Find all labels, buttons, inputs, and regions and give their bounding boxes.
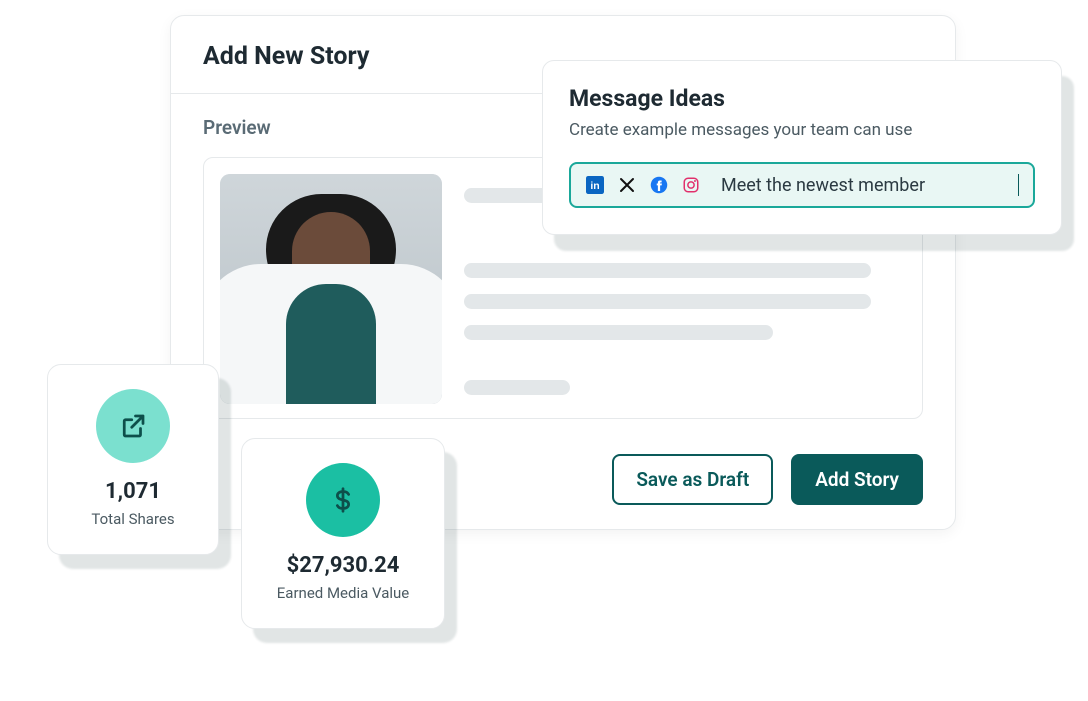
- stat-card-emv: $27,930.24 Earned Media Value: [241, 438, 445, 629]
- popover-title: Message Ideas: [569, 85, 1035, 112]
- stat-value: 1,071: [70, 479, 196, 504]
- placeholder-line: [464, 380, 570, 395]
- popover-subtitle: Create example messages your team can us…: [569, 120, 1035, 140]
- stat-card-shares: 1,071 Total Shares: [47, 364, 219, 555]
- save-draft-button[interactable]: Save as Draft: [612, 454, 773, 505]
- text-cursor: [1018, 174, 1019, 196]
- x-icon[interactable]: [617, 175, 637, 195]
- placeholder-line: [464, 294, 871, 309]
- dollar-icon: [306, 463, 380, 537]
- linkedin-icon[interactable]: in: [585, 175, 605, 195]
- add-story-button[interactable]: Add Story: [791, 454, 923, 505]
- instagram-icon[interactable]: [681, 175, 701, 195]
- stat-label: Earned Media Value: [264, 584, 422, 602]
- action-bar: Save as Draft Add Story: [612, 454, 923, 505]
- message-input-text: Meet the newest member: [721, 175, 1004, 196]
- stat-label: Total Shares: [70, 510, 196, 528]
- message-ideas-popover: Message Ideas Create example messages yo…: [542, 60, 1062, 235]
- preview-image: [220, 174, 442, 404]
- stat-value: $27,930.24: [264, 553, 422, 578]
- svg-text:in: in: [590, 180, 599, 192]
- placeholder-line: [464, 325, 773, 340]
- placeholder-line: [464, 263, 871, 278]
- facebook-icon[interactable]: [649, 175, 669, 195]
- message-input[interactable]: in Meet the newest member: [569, 162, 1035, 208]
- external-link-icon: [96, 389, 170, 463]
